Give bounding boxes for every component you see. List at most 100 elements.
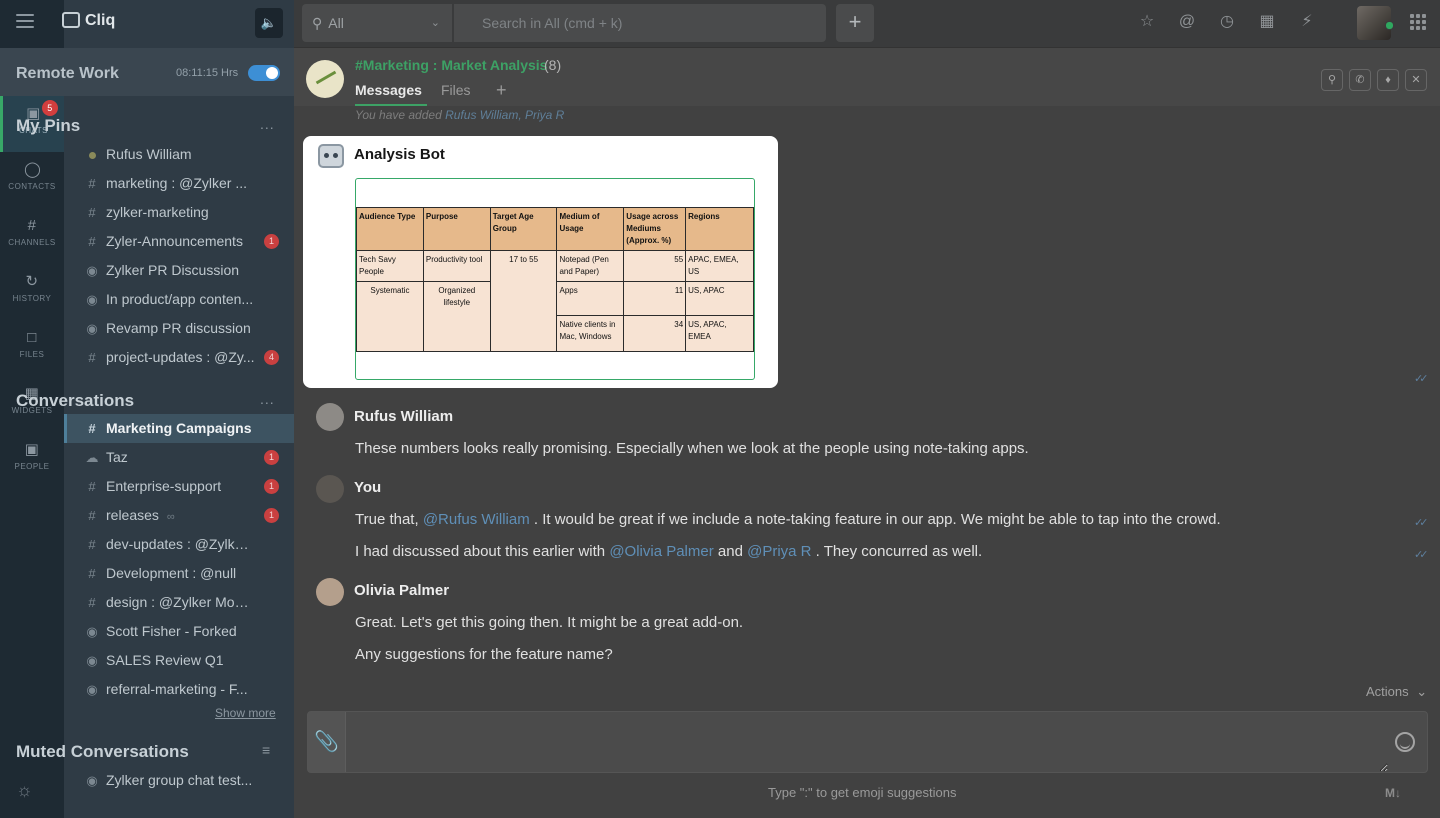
conversation-item[interactable]: # Development : @null [64,559,294,588]
table-attachment[interactable]: Audience Type Purpose Target Age Group M… [355,178,755,380]
pin-item[interactable]: ◉ In product/app conten... [64,285,294,314]
chevron-down-icon: ⌄ [1416,684,1428,699]
contacts-icon: ◯ [24,161,42,178]
pin-item[interactable]: Rufus William [64,140,294,169]
pin-item[interactable]: ◉ Zylker PR Discussion [64,256,294,285]
markdown-toggle[interactable]: M↓ [1385,786,1401,800]
avatar[interactable] [316,578,344,606]
show-more-link[interactable]: Show more [215,706,276,720]
tab-files[interactable]: Files [441,82,471,98]
hash-icon: # [88,234,96,249]
column-header: Audience Type [356,207,424,251]
app-logo: Cliq [62,12,115,30]
message-text: These numbers looks really promising. Es… [355,440,1029,457]
table-row: Tech Savy People Productivity tool 17 to… [356,250,754,352]
calendar-icon[interactable]: ▦ [1257,12,1277,32]
status-row: Remote Work 08:11:15 Hrs [0,48,294,96]
hash-icon: # [88,479,96,494]
message-composer: 📎 [307,711,1428,773]
status-timer: 08:11:15 Hrs [176,67,239,79]
call-icon[interactable]: ✆ [1349,69,1371,91]
pin-item[interactable]: ◉ Revamp PR discussion [64,314,294,343]
bot-message-card: Analysis Bot Audience Type Purpose Targe… [303,136,778,388]
read-receipt-icon: ✓✓ [1414,373,1429,385]
conversation-item[interactable]: # design : @Zylker Mobi... [64,588,294,617]
muted-item[interactable]: ◉ Zylker group chat test... [64,766,294,795]
status-toggle[interactable] [248,65,280,81]
conversations-more-icon[interactable]: ... [260,391,275,407]
rail-contacts[interactable]: ◯ CONTACTS [0,152,64,208]
star-icon[interactable]: ☆ [1137,12,1157,32]
emoji-icon[interactable] [1395,732,1415,752]
channel-avatar[interactable] [306,60,344,98]
mention-icon[interactable]: @ [1177,12,1197,32]
pin-item[interactable]: # zylker-marketing [64,198,294,227]
pin-item[interactable]: # marketing : @Zylker ... [64,169,294,198]
tab-messages[interactable]: Messages [355,82,427,106]
unread-badge: 1 [264,508,279,523]
mention-link[interactable]: @Priya R [747,543,811,560]
brand-bar: Cliq 🔈 [0,0,294,48]
pins-more-icon[interactable]: ... [260,116,275,132]
message-author[interactable]: Olivia Palmer [354,582,449,599]
table-cell: Apps [556,281,625,316]
close-icon[interactable]: ✕ [1405,69,1427,91]
conversation-item[interactable]: ◉ referral-marketing - F... [64,675,294,704]
conversation-item[interactable]: ☁ Taz 1 [64,443,294,472]
member-count[interactable]: (8) [544,57,561,73]
new-button[interactable]: + [836,4,874,42]
channel-header: #Marketing : Market Analysis (8) Message… [294,48,1440,106]
search-scope-select[interactable]: ⚲ All ⌄ [302,4,452,42]
message-author[interactable]: You [354,479,381,496]
bot-icon[interactable] [318,144,344,168]
message-text: I had discussed about this earlier with … [355,543,983,560]
rail-people[interactable]: ▣ PEOPLE [0,432,64,488]
message-input[interactable] [348,712,1388,772]
file-icon: □ [27,329,37,346]
mention-link[interactable]: @Rufus William [423,511,530,528]
conversation-item[interactable]: # dev-updates : @Zylker... [64,530,294,559]
avatar[interactable] [316,475,344,503]
conversation-item[interactable]: # releases ∞ 1 [64,501,294,530]
group-icon: ◉ [86,321,98,336]
avatar[interactable] [316,403,344,431]
reminder-icon[interactable]: ◷ [1217,12,1237,32]
channel-search-icon[interactable]: ⚲ [1321,69,1343,91]
pin-item[interactable]: # Zyler-Announcements 1 [64,227,294,256]
channel-title[interactable]: #Marketing : Market Analysis [355,57,547,73]
cliq-logo-icon [62,12,80,28]
apps-grid-icon[interactable] [1410,14,1426,30]
speaker-button[interactable]: 🔈 [255,8,283,38]
message-author[interactable]: Analysis Bot [354,146,445,163]
pin-item[interactable]: # project-updates : @Zy... 4 [64,343,294,372]
mention-link[interactable]: @Olivia Palmer [609,543,713,560]
conversation-item[interactable]: ◉ Scott Fisher - Forked [64,617,294,646]
table-cell: Notepad (Pen and Paper) [556,250,625,282]
notification-icon[interactable]: ♦ [1377,69,1399,91]
hash-icon: # [88,566,96,581]
conversation-item[interactable]: # Enterprise-support 1 [64,472,294,501]
theme-toggle-icon[interactable]: ☼ [16,780,44,800]
hash-icon: # [88,508,96,523]
actions-dropdown[interactable]: Actions ⌄ [1366,684,1427,700]
message-author[interactable]: Rufus William [354,408,453,425]
conversation-item[interactable]: # Marketing Campaigns [64,414,294,443]
integrations-icon[interactable]: ⚡ [1297,12,1317,32]
table-cell: Systematic [356,281,424,352]
link-icon: ∞ [166,511,175,523]
table-cell: 17 to 55 [489,250,558,352]
history-icon: ↻ [25,273,39,290]
column-header: Medium of Usage [556,207,625,251]
rail-files[interactable]: □ FILES [0,320,64,376]
muted-filter-icon[interactable]: ≡ [262,742,271,758]
attachment-icon[interactable]: 📎 [308,712,346,772]
user-avatar[interactable] [1357,6,1394,40]
add-tab-icon[interactable]: + [496,80,507,101]
rail-channels[interactable]: # CHANNELS [0,208,64,264]
chats-badge: 5 [42,100,58,116]
search-input[interactable] [454,4,826,42]
conversation-item[interactable]: ◉ SALES Review Q1 [64,646,294,675]
rail-history[interactable]: ↻ HISTORY [0,264,64,320]
group-icon: ◉ [86,624,98,639]
presence-dot-icon [88,152,96,159]
